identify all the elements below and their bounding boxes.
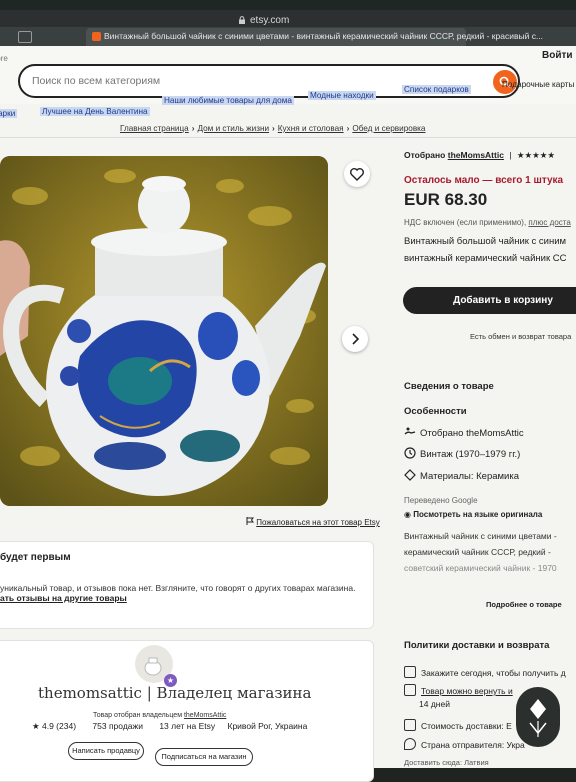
nav-item[interactable]: Подарочные карты (500, 80, 576, 89)
heart-icon (350, 168, 364, 181)
shop-name[interactable]: themomsattic | Владелец магазина (38, 684, 312, 702)
clock-icon (404, 447, 416, 459)
details-heading[interactable]: Сведения о товаре (404, 381, 494, 392)
address-bar[interactable]: etsy.com (250, 15, 289, 26)
breadcrumb: Главная страница › Дом и стиль жизни › Кухня… (120, 124, 426, 133)
chevron-right-icon (352, 333, 360, 345)
sign-in-link[interactable]: Войти (542, 50, 573, 61)
contact-seller-button[interactable]: Написать продавцу (68, 742, 144, 760)
truck-icon (404, 719, 416, 731)
feature-text: Отобрано theMomsAttic (420, 428, 524, 439)
listing-title-line2: винтажный керамический чайник СС (404, 253, 567, 264)
category-nav: арки Лучшее на День Валентина Наши любим… (0, 80, 576, 126)
feature-item: Отобрано theMomsAttic (404, 426, 524, 439)
shop-location: Кривой Рог, Украина (227, 721, 308, 731)
description-line: Винтажный чайник с синими цветами - (404, 531, 557, 541)
calendar-icon (404, 666, 416, 678)
nav-item[interactable]: Модные находки (308, 91, 376, 100)
report-label: Пожаловаться на этот товар Etsy (256, 518, 380, 527)
hand-icon (404, 427, 416, 435)
vat-note: НДС включен (если применимо), плюс доста (404, 218, 571, 227)
breadcrumb-item[interactable]: Дом и стиль жизни (197, 124, 269, 133)
rating-stars: ★★★★★ (516, 150, 556, 160)
divider (0, 137, 576, 138)
shipping-text: Страна отправителя: Укра (421, 740, 525, 750)
seller-prefix: Отобрано (404, 150, 446, 160)
shop-rating: 4.9 (234) (42, 721, 77, 731)
description-line: советский керамический чайник - 1970 (404, 563, 557, 573)
star-icon: ★ (32, 721, 40, 731)
features-heading: Особенности (404, 406, 467, 417)
breadcrumb-item[interactable]: Кухня и столовая (278, 124, 344, 133)
follow-shop-button[interactable]: Подписаться на магазин (155, 748, 253, 766)
sidebar-toggle-icon[interactable] (18, 31, 32, 43)
shop-owner-link[interactable]: theMomsAttic (184, 712, 226, 719)
return-icon (404, 684, 416, 696)
shipping-item: Доставить сюда: Латвия (404, 758, 489, 767)
reviews-title: будет первым (0, 552, 71, 563)
tab-title: Винтажный большой чайник с синими цветам… (104, 31, 544, 41)
seller-link[interactable]: theMomsAttic (448, 150, 504, 160)
shipping-text: Стоимость доставки: E (421, 721, 512, 731)
shop-years: 13 лет на Etsy (159, 721, 216, 731)
shipping-item: Закажите сегодня, чтобы получить д (404, 666, 566, 678)
other-reviews-link[interactable]: ать отзывы на другие товары (0, 593, 127, 603)
teapot-photo (0, 156, 328, 506)
breadcrumb-item[interactable]: Главная страница (120, 124, 189, 133)
shipping-item: Товар можно вернуть и (404, 684, 513, 696)
description-line: керамический чайник СССР, редкий - (404, 547, 551, 557)
shipping-text: Закажите сегодня, чтобы получить д (421, 668, 566, 678)
shipping-item: 14 дней (419, 699, 450, 709)
translated-label: Переведено Google (404, 496, 478, 505)
shop-sales: 753 продажи (92, 721, 143, 731)
listing-title: Винтажный большой чайник с синим (404, 236, 567, 247)
price: EUR 68.30 (404, 190, 488, 209)
next-image-button[interactable] (342, 326, 368, 352)
breadcrumb-item[interactable]: Обед и сервировка (352, 124, 425, 133)
shop-curated: Товар отобран владельцем theMomsAttic (93, 712, 226, 719)
nav-item[interactable]: арки (0, 109, 18, 118)
exchange-note: Есть обмен и возврат товара (470, 332, 572, 341)
shipping-cost-link[interactable]: плюс доста (528, 218, 570, 227)
returns-link[interactable]: Товар можно вернуть и (421, 686, 513, 696)
globe-icon: ◉ (404, 510, 411, 519)
watermark-logo (516, 687, 560, 747)
shipping-heading: Политики доставки и возврата (404, 640, 550, 651)
vat-text: НДС включен (если применимо), (404, 218, 527, 227)
feature-item: Материалы: Керамика (404, 469, 519, 482)
diamond-logo-icon (529, 699, 547, 737)
nav-item[interactable]: Наши любимые товары для дома (162, 96, 294, 105)
feature-item: Винтаж (1970–1979 гг.) (404, 447, 520, 460)
feature-text: Винтаж (1970–1979 гг.) (420, 449, 521, 460)
nav-item[interactable]: Лучшее на День Валентина (40, 107, 150, 116)
material-icon (404, 469, 416, 481)
seller-line: Отобрано theMomsAttic | ★★★★★ (404, 150, 556, 160)
etsy-favicon-icon (92, 32, 101, 41)
feature-text: Материалы: Керамика (420, 471, 520, 482)
reviews-text: уникальный товар, и отзывов пока нет. Вз… (0, 583, 356, 593)
shipping-item: Стоимость доставки: E (404, 719, 512, 731)
stock-status: Осталось мало — всего 1 штука (404, 175, 564, 186)
add-to-cart-button[interactable]: Добавить в корзину (403, 287, 576, 314)
nav-item[interactable]: Список подарков (402, 85, 471, 94)
lock-icon (239, 16, 245, 24)
search-input[interactable] (30, 74, 454, 88)
more-details-button[interactable]: Подробнее о товаре (486, 600, 562, 609)
shop-curated-label: Товар отобран владельцем (93, 712, 183, 719)
favorite-button[interactable] (344, 161, 370, 187)
product-image[interactable] (0, 156, 328, 506)
shop-stats: ★ 4.9 (234) 753 продажи 13 лет на Etsy К… (32, 721, 307, 732)
report-link[interactable]: Пожаловаться на этот товар Etsy (246, 517, 380, 527)
store-label: tore (0, 54, 8, 63)
see-original-link[interactable]: ◉ Посмотреть на языке оригинала (404, 510, 542, 519)
see-original-label: Посмотреть на языке оригинала (413, 510, 543, 519)
location-pin-icon (404, 738, 416, 750)
shipping-item: Страна отправителя: Укра (404, 738, 525, 750)
flag-icon (246, 517, 254, 525)
